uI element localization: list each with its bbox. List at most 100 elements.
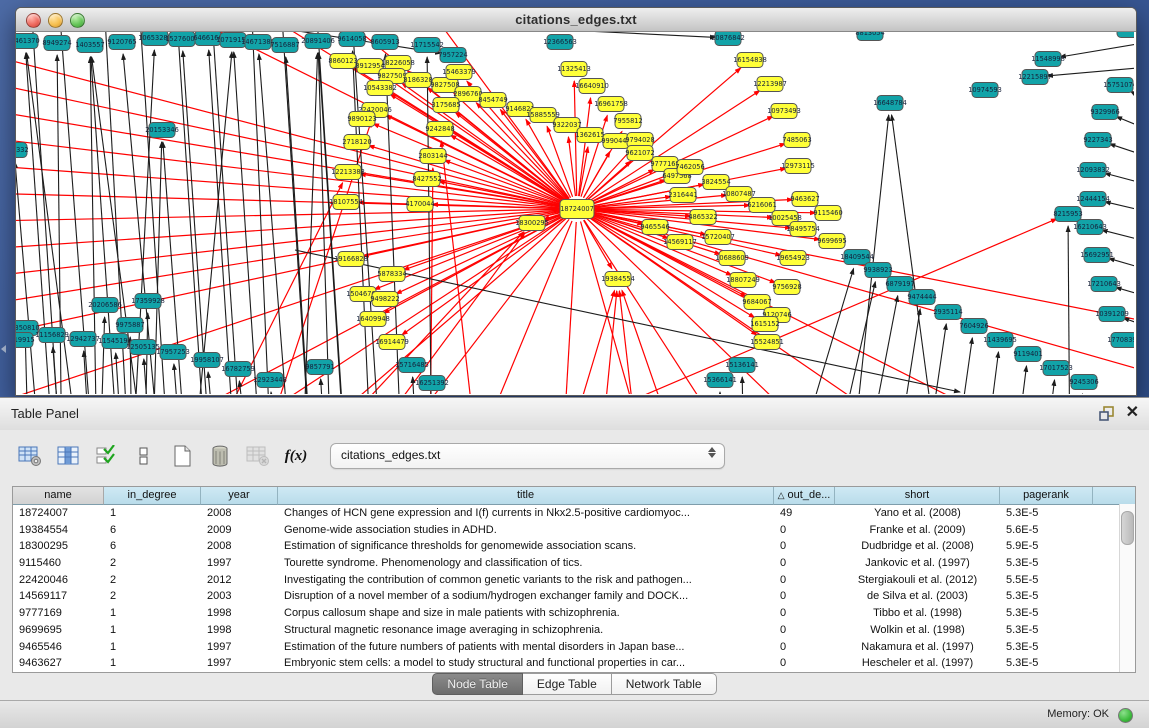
minimize-window-button[interactable]	[48, 13, 63, 28]
graph-node-label: 10543382	[363, 84, 397, 92]
table-row[interactable]: 1938455462009Genome-wide association stu…	[13, 522, 1135, 539]
graph-node-label: 12215897	[1018, 73, 1052, 81]
graph-node-label: 20153346	[145, 126, 179, 134]
cell-short: Tibbo et al. (1998)	[835, 605, 1000, 622]
column-header-year[interactable]: year	[201, 487, 278, 505]
graph-node-label: 10974593	[968, 86, 1002, 94]
window-title: citations_edges.txt	[16, 8, 1136, 31]
column-header-out_de[interactable]: △out_de...	[774, 487, 835, 505]
graph-node-label: 16251392	[415, 379, 449, 387]
table-row[interactable]: 1872400712008Changes of HCN gene express…	[13, 505, 1135, 522]
column-header-short[interactable]: short	[835, 487, 1000, 505]
panel-divider-arrow[interactable]	[1, 345, 6, 353]
table-row[interactable]: 1830029562008Estimation of significance …	[13, 538, 1135, 555]
table-row[interactable]: 2242004622012Investigating the contribut…	[13, 572, 1135, 589]
graph-node-label: 15885559	[526, 111, 560, 119]
cell-name: 9115460	[13, 555, 104, 572]
cell-in_degree: 1	[104, 639, 201, 656]
graph-node-label: 9621072	[625, 149, 654, 157]
cell-name: 9777169	[13, 605, 104, 622]
cell-out_de: 0	[774, 572, 835, 589]
select-columns-button[interactable]	[90, 442, 122, 470]
graph-node-label: 18495754	[786, 225, 820, 233]
close-window-button[interactable]	[26, 13, 41, 28]
graph-node-label: 20891406	[301, 37, 335, 45]
graph-node-label: 8860123	[328, 57, 357, 65]
network-graph-svg[interactable]: 6461370894927414035579120765106532871527…	[16, 32, 1134, 394]
table-row[interactable]: 1456911722003Disruption of a novel membe…	[13, 588, 1135, 605]
close-panel-icon[interactable]: ✕	[1126, 404, 1139, 422]
cell-short: Hescheler et al. (1997)	[835, 655, 1000, 672]
graph-node-label: 2935114	[933, 308, 962, 316]
graph-node-label: 7957224	[438, 51, 467, 59]
graph-node-label: 7955812	[613, 117, 642, 125]
graph-node-label: 16914479	[375, 338, 409, 346]
table-mode-tabs: Node TableEdge TableNetwork Table	[0, 673, 1149, 695]
graph-node-label: 18807249	[726, 276, 760, 284]
table-scrollbar-thumb[interactable]	[1121, 511, 1134, 545]
tab-node-table[interactable]: Node Table	[432, 673, 523, 695]
graph-node-label: 6879197	[885, 280, 914, 288]
graph-node-label: 15463379	[442, 68, 476, 76]
graph-node-label: 8454749	[478, 96, 507, 104]
graph-node-label: 6216061	[747, 201, 776, 209]
graph-node-label: 19384554	[601, 275, 635, 283]
graph-node-label: 9975887	[115, 321, 144, 329]
graph-node-label: 1362615	[575, 131, 604, 139]
cell-year: 1997	[201, 555, 278, 572]
cell-title: Disruption of a novel member of a sodium…	[278, 588, 774, 605]
column-header-in_degree[interactable]: in_degree	[104, 487, 201, 505]
graph-node-label: 9699695	[817, 237, 846, 245]
table-selector-dropdown[interactable]: citations_edges.txt	[330, 443, 725, 469]
graph-node-label: 11439695	[983, 336, 1017, 344]
cell-name: 18300295	[13, 538, 104, 555]
cell-short: Nakamura et al. (1997)	[835, 639, 1000, 656]
cell-title: Structural magnetic resonance image aver…	[278, 622, 774, 639]
graph-node-label: 3824554	[701, 178, 730, 186]
graph-node-label: 15524851	[750, 338, 784, 346]
network-view-area: citations_edges.txt 64613708949274140355…	[0, 0, 1149, 397]
graph-node-label: 8186328	[403, 76, 432, 84]
graph-node-label: 5878334	[377, 270, 406, 278]
delete-rows-button[interactable]	[204, 442, 236, 470]
table-row[interactable]: 969969511998Structural magnetic resonanc…	[13, 622, 1135, 639]
zoom-window-button[interactable]	[70, 13, 85, 28]
table-scrollbar[interactable]	[1119, 504, 1135, 672]
status-bar: Memory: OK	[0, 700, 1149, 728]
cell-pagerank: 5.3E-5	[1000, 622, 1093, 639]
table-row[interactable]: 977716911998Corpus callosum shape and si…	[13, 605, 1135, 622]
cell-in_degree: 6	[104, 538, 201, 555]
column-header-name[interactable]: name	[13, 487, 104, 505]
graph-node-label: 9938923	[863, 266, 892, 274]
table-row[interactable]: 911546021997Tourette syndrome. Phenomeno…	[13, 555, 1135, 572]
modify-table-button[interactable]	[14, 442, 46, 470]
new-table-button[interactable]	[166, 442, 198, 470]
network-canvas[interactable]: 6461370894927414035579120765106532871527…	[16, 32, 1134, 394]
cell-pagerank: 5.5E-5	[1000, 572, 1093, 589]
row-height-button[interactable]	[128, 442, 160, 470]
graph-node-label: 17359928	[131, 297, 165, 305]
table-row[interactable]: 946362711997Embryonic stem cells: a mode…	[13, 655, 1135, 672]
graph-node-label: 2010332	[16, 146, 29, 154]
column-header-pagerank[interactable]: pagerank	[1000, 487, 1093, 505]
table-selector-value: citations_edges.txt	[331, 444, 724, 467]
graph-node-label: 12093832	[1076, 166, 1110, 174]
graph-node-label: 18226058	[381, 59, 415, 67]
table-row[interactable]: 946554611997Estimation of the future num…	[13, 639, 1135, 656]
function-builder-button[interactable]: f(x)	[280, 442, 312, 470]
insert-column-button[interactable]	[52, 442, 84, 470]
cell-name: 22420046	[13, 572, 104, 589]
column-header-title[interactable]: title	[278, 487, 774, 505]
cell-pagerank: 5.3E-5	[1000, 655, 1093, 672]
cell-pagerank: 5.3E-5	[1000, 605, 1093, 622]
tab-edge-table[interactable]: Edge Table	[523, 673, 612, 695]
graph-node-label: 16961758	[594, 100, 628, 108]
cell-year: 1997	[201, 655, 278, 672]
cell-pagerank: 5.9E-5	[1000, 538, 1093, 555]
graph-node-label: 9827509	[377, 72, 406, 80]
graph-node-label: 9322037	[552, 121, 581, 129]
tab-network-table[interactable]: Network Table	[612, 673, 717, 695]
network-window-titlebar[interactable]: citations_edges.txt	[16, 8, 1136, 32]
float-panel-icon[interactable]	[1098, 405, 1116, 422]
cell-in_degree: 1	[104, 622, 201, 639]
